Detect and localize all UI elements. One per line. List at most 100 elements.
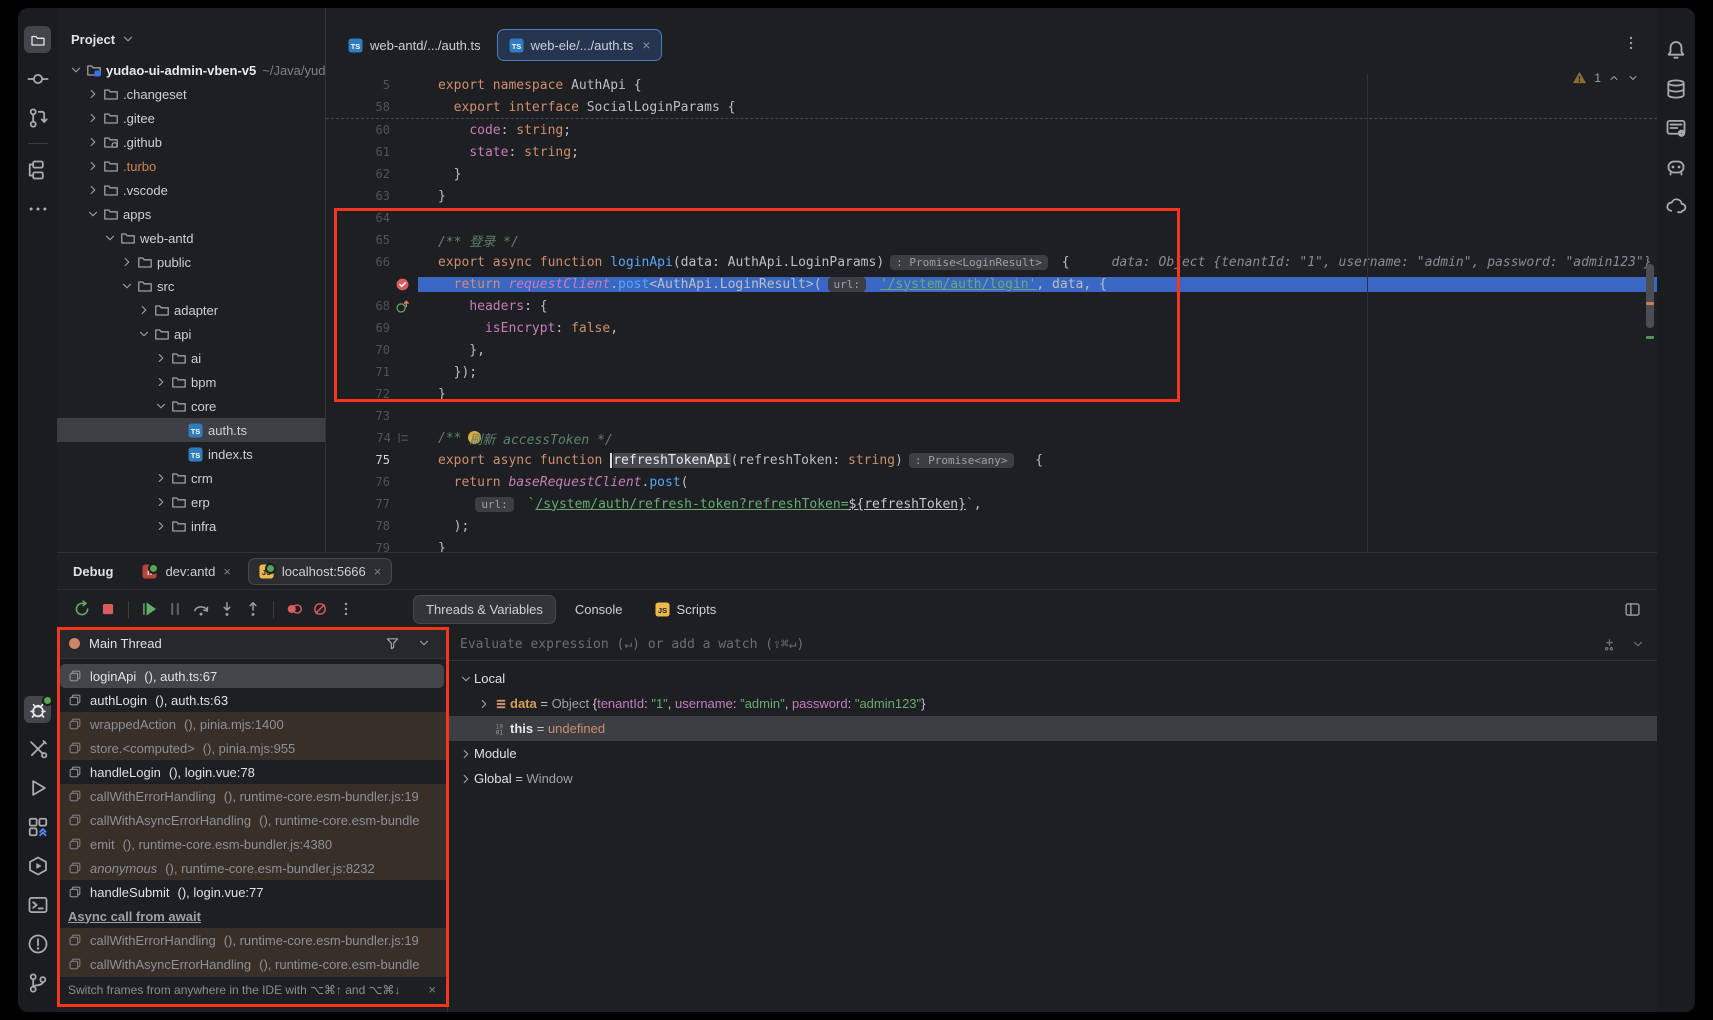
prev-problem-icon[interactable] bbox=[1608, 72, 1620, 84]
resume-button[interactable] bbox=[136, 596, 162, 622]
gutter-line-76[interactable]: 76 bbox=[326, 475, 418, 489]
toolstrip-pull-requests-button[interactable] bbox=[24, 104, 51, 131]
debug-view-tab-Scripts[interactable]: JSScripts bbox=[642, 595, 730, 624]
code-line-72[interactable]: 72} bbox=[326, 383, 1657, 405]
code-line-71[interactable]: 71 }); bbox=[326, 361, 1657, 383]
tree-item-bpm[interactable]: bpm bbox=[57, 370, 325, 394]
variable-row-this[interactable]: 1001this = undefined bbox=[448, 716, 1657, 741]
step-into-button[interactable] bbox=[214, 596, 240, 622]
gutter-line-75[interactable]: 75 bbox=[326, 453, 418, 467]
chevron-right-icon[interactable] bbox=[135, 303, 152, 317]
toolstrip-cloud-tools-button[interactable] bbox=[1663, 192, 1690, 219]
code-text[interactable]: export namespace AuthApi { bbox=[418, 78, 1657, 93]
chevron-down-icon[interactable] bbox=[84, 207, 101, 221]
tree-item-erp[interactable]: erp bbox=[57, 490, 325, 514]
variable-row-data[interactable]: data = Object {tenantId: "1", username: … bbox=[448, 691, 1657, 716]
add-watch-icon[interactable] bbox=[1602, 637, 1617, 652]
close-icon[interactable]: × bbox=[223, 564, 231, 579]
intention-bulb-icon[interactable]: 刷 bbox=[469, 429, 482, 448]
code-text[interactable]: } bbox=[418, 167, 1657, 182]
tree-item-.turbo[interactable]: .turbo bbox=[57, 154, 325, 178]
code-line-73[interactable]: 73 bbox=[326, 405, 1657, 427]
code-line-5[interactable]: 5export namespace AuthApi { bbox=[326, 74, 1657, 96]
stack-frame-store.<computed>[interactable]: store.<computed>(), pinia.mjs:955 bbox=[57, 736, 447, 760]
code-line-70[interactable]: 70 }, bbox=[326, 339, 1657, 361]
toolstrip-services-button[interactable] bbox=[24, 813, 51, 840]
toolstrip-tools-button[interactable] bbox=[24, 735, 51, 762]
stack-frame-wrappedAction[interactable]: wrappedAction(), pinia.mjs:1400 bbox=[57, 712, 447, 736]
code-line-69[interactable]: 69 isEncrypt: false, bbox=[326, 317, 1657, 339]
gutter-line-72[interactable]: 72 bbox=[326, 387, 418, 401]
gutter-line-62[interactable]: 62 bbox=[326, 167, 418, 181]
toolstrip-ai-chat-button[interactable] bbox=[1663, 114, 1690, 141]
code-line-61[interactable]: 61 state: string; bbox=[326, 141, 1657, 163]
variable-row-Local[interactable]: Local bbox=[448, 666, 1657, 691]
toolstrip-notifications-button[interactable] bbox=[1663, 36, 1690, 63]
chevron-right-icon[interactable] bbox=[84, 183, 101, 197]
layout-settings-icon[interactable] bbox=[1619, 596, 1645, 622]
stack-frame-authLogin[interactable]: authLogin(), auth.ts:63 bbox=[57, 688, 447, 712]
code-text[interactable]: return baseRequestClient.post( bbox=[418, 475, 1657, 490]
chevron-right-icon[interactable] bbox=[84, 87, 101, 101]
toolstrip-terminal-button[interactable] bbox=[24, 891, 51, 918]
chevron-down-icon[interactable] bbox=[413, 636, 435, 650]
stack-frame-callWithAsyncErrorHandling[interactable]: callWithAsyncErrorHandling(), runtime-co… bbox=[57, 808, 447, 832]
step-out-button[interactable] bbox=[240, 596, 266, 622]
tree-item-.github[interactable]: .github bbox=[57, 130, 325, 154]
code-text[interactable]: ); bbox=[418, 519, 1657, 534]
toolstrip-database-button[interactable] bbox=[1663, 75, 1690, 102]
gutter-line-67[interactable] bbox=[326, 277, 418, 292]
expand-evaluate-icon[interactable] bbox=[1631, 637, 1645, 651]
tree-item-api[interactable]: api bbox=[57, 322, 325, 346]
code-text[interactable]: }, bbox=[418, 343, 1657, 358]
variable-row-Module[interactable]: Module bbox=[448, 741, 1657, 766]
close-icon[interactable]: × bbox=[374, 564, 382, 579]
gutter-line-69[interactable]: 69 bbox=[326, 321, 418, 335]
thread-header[interactable]: Main Thread bbox=[57, 628, 447, 659]
code-line-77[interactable]: 77 url: `/system/auth/refresh-token?refr… bbox=[326, 493, 1657, 515]
gutter-line-79[interactable]: 79 bbox=[326, 541, 418, 552]
editor-tab-web-ele/.../auth.ts[interactable]: TSweb-ele/.../auth.ts× bbox=[497, 29, 663, 61]
gutter-line-63[interactable]: 63 bbox=[326, 189, 418, 203]
async-stack-separator[interactable]: Async call from await bbox=[57, 904, 447, 928]
project-panel-header[interactable]: Project bbox=[57, 24, 325, 54]
tree-item-index.ts[interactable]: TSindex.ts bbox=[57, 442, 325, 466]
gutter-line-78[interactable]: 78 bbox=[326, 519, 418, 533]
tree-item-.vscode[interactable]: .vscode bbox=[57, 178, 325, 202]
chevron-down-icon[interactable] bbox=[67, 63, 84, 77]
chevron-right-icon[interactable] bbox=[84, 111, 101, 125]
code-text[interactable]: } bbox=[418, 387, 1657, 402]
chevron-right-icon[interactable] bbox=[84, 135, 101, 149]
chevron-right-icon[interactable] bbox=[458, 772, 474, 786]
editor-tab-web-antd/.../auth.ts[interactable]: TSweb-antd/.../auth.ts bbox=[336, 29, 493, 61]
kebab-button[interactable] bbox=[333, 596, 359, 622]
gutter-line-73[interactable]: 73 bbox=[326, 409, 418, 423]
gutter-line-68[interactable]: 68 bbox=[326, 299, 418, 314]
toolstrip-debug-button[interactable] bbox=[24, 696, 51, 723]
debug-session-tab-localhost:5666[interactable]: JSlocalhost:5666× bbox=[248, 558, 392, 585]
gutter-line-74[interactable]: 74 bbox=[326, 431, 418, 445]
code-text[interactable]: url: `/system/auth/refresh-token?refresh… bbox=[418, 497, 1657, 512]
toolstrip-copilot-button[interactable] bbox=[1663, 153, 1690, 180]
tree-item-ai[interactable]: ai bbox=[57, 346, 325, 370]
code-line-75[interactable]: 75export async function refreshTokenApi(… bbox=[326, 449, 1657, 471]
gutter-line-61[interactable]: 61 bbox=[326, 145, 418, 159]
toolstrip-version-control-button[interactable] bbox=[24, 969, 51, 996]
code-text[interactable]: }); bbox=[418, 365, 1657, 380]
stack-frame-callWithErrorHandling[interactable]: callWithErrorHandling(), runtime-core.es… bbox=[57, 784, 447, 808]
evaluate-expression-input[interactable]: Evaluate expression (↵) or add a watch (… bbox=[448, 628, 1657, 661]
code-line-66[interactable]: 66export async function loginApi(data: A… bbox=[326, 251, 1657, 273]
code-area[interactable]: 5export namespace AuthApi {58 export int… bbox=[326, 74, 1657, 552]
chevron-down-icon[interactable] bbox=[135, 327, 152, 341]
filter-icon[interactable] bbox=[381, 636, 404, 651]
chevron-right-icon[interactable] bbox=[152, 495, 169, 509]
debug-session-tab-dev:antd[interactable]: ndev:antd× bbox=[131, 558, 241, 585]
chevron-down-icon[interactable] bbox=[458, 672, 474, 686]
gutter-line-70[interactable]: 70 bbox=[326, 343, 418, 357]
chevron-down-icon[interactable] bbox=[118, 279, 135, 293]
code-text[interactable]: isEncrypt: false, bbox=[418, 321, 1657, 336]
code-line-65[interactable]: 65/** 登录 */ bbox=[326, 229, 1657, 251]
close-icon[interactable]: × bbox=[642, 37, 650, 53]
code-text[interactable]: export interface SocialLoginParams { bbox=[418, 100, 1657, 115]
toolstrip-profiler-button[interactable] bbox=[24, 852, 51, 879]
